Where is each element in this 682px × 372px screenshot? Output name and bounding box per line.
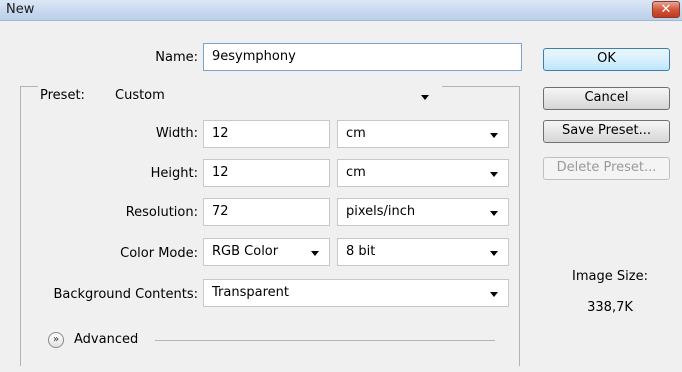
- chevron-down-icon: [490, 292, 498, 297]
- cancel-button[interactable]: Cancel: [543, 87, 670, 110]
- color-mode-value: RGB Color: [212, 244, 279, 259]
- width-input[interactable]: 12: [203, 120, 330, 148]
- height-unit-select[interactable]: cm: [337, 159, 509, 187]
- delete-preset-button[interactable]: Delete Preset...: [543, 157, 670, 180]
- image-size-label: Image Size:: [572, 269, 648, 284]
- background-contents-select[interactable]: Transparent: [203, 279, 509, 307]
- preset-select[interactable]: Custom: [106, 82, 440, 110]
- title-bar: [0, 0, 682, 21]
- preset-value: Custom: [115, 88, 165, 103]
- save-preset-button[interactable]: Save Preset...: [543, 120, 670, 143]
- name-label: Name:: [155, 50, 198, 65]
- width-unit-value: cm: [346, 126, 366, 141]
- color-mode-label: Color Mode:: [120, 246, 198, 261]
- height-label: Height:: [150, 166, 198, 181]
- window-title: New: [6, 2, 35, 17]
- close-button[interactable]: ✕: [652, 1, 680, 18]
- chevron-down-icon: [421, 95, 429, 100]
- advanced-divider: [155, 340, 495, 341]
- width-unit-select[interactable]: cm: [337, 120, 509, 148]
- preset-group-border-right: [519, 86, 520, 366]
- name-input[interactable]: 9esymphony: [203, 43, 522, 71]
- color-mode-select[interactable]: RGB Color: [203, 238, 330, 266]
- chevron-down-icon: [490, 133, 498, 138]
- chevron-down-icon: [490, 251, 498, 256]
- height-input[interactable]: 12: [203, 159, 330, 187]
- chevron-down-icon: [311, 251, 319, 256]
- height-unit-value: cm: [346, 165, 366, 180]
- background-contents-value: Transparent: [212, 285, 289, 300]
- preset-group-border-left: [20, 86, 21, 366]
- background-contents-label: Background Contents:: [53, 287, 198, 302]
- bit-depth-value: 8 bit: [346, 244, 376, 259]
- advanced-toggle[interactable]: Advanced: [74, 332, 138, 347]
- chevron-down-icon: [490, 211, 498, 216]
- width-label: Width:: [155, 126, 198, 141]
- bit-depth-select[interactable]: 8 bit: [337, 238, 509, 266]
- chevron-down-icon: [490, 172, 498, 177]
- double-chevron-down-icon[interactable]: »: [48, 332, 64, 348]
- resolution-input[interactable]: 72: [203, 198, 330, 226]
- image-size-value: 338,7K: [587, 300, 633, 315]
- preset-label: Preset:: [40, 88, 85, 103]
- resolution-unit-value: pixels/inch: [346, 204, 416, 219]
- ok-button[interactable]: OK: [543, 48, 670, 71]
- resolution-unit-select[interactable]: pixels/inch: [337, 198, 509, 226]
- resolution-label: Resolution:: [125, 205, 198, 220]
